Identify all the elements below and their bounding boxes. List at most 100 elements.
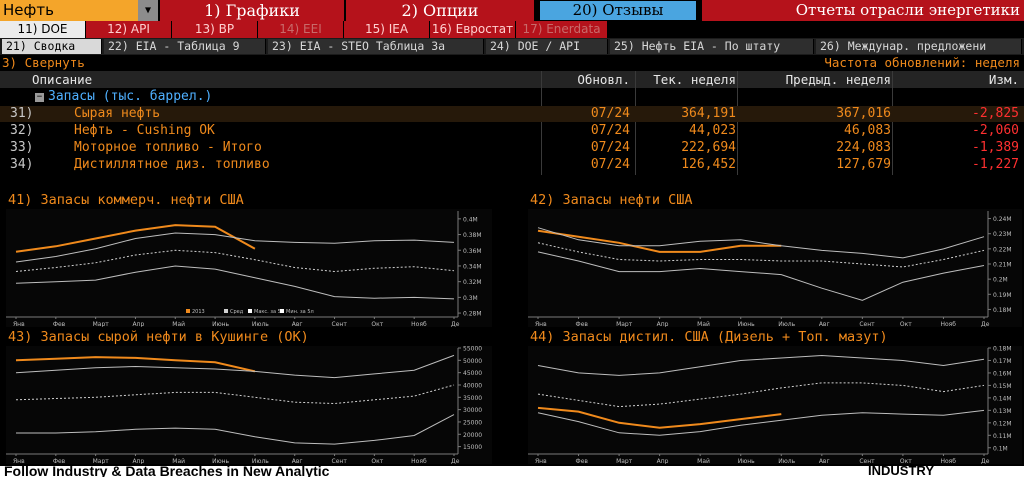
y-tick-label: 0.15M (993, 383, 1012, 390)
tab-doe-api[interactable]: 24) DOE / API (486, 39, 608, 54)
header-updated[interactable]: Обновл. (577, 71, 630, 88)
y-tick-label: 30000 (463, 407, 482, 414)
legend-label: 2013 (192, 309, 205, 315)
x-tick-label: Янв (535, 321, 547, 327)
row-name[interactable]: Нефть - Cushing OK (74, 123, 215, 139)
y-tick-label: 0.12M (993, 420, 1012, 427)
legend-swatch (224, 309, 228, 313)
x-tick-label: Апр (132, 321, 144, 327)
row-current: 44,023 (689, 123, 736, 138)
row-index: 34) (10, 157, 34, 172)
ticker-dropdown-button[interactable]: ▼ (138, 0, 158, 21)
row-previous: 46,083 (844, 123, 891, 138)
y-tick-label: 45000 (463, 370, 482, 377)
x-tick-label: Нояб (411, 321, 427, 327)
menu-options[interactable]: 2) Опции (346, 0, 534, 21)
tab-api[interactable]: 12) API (86, 21, 172, 38)
x-tick-label: Нояб (411, 458, 427, 464)
row-name[interactable]: Дистиллятное диз. топливо (74, 157, 270, 173)
chart-us-distillates[interactable]: 0.1M 0.11M 0.12M 0.13M 0.14M 0.15M 0.16M 0.17M 0… (528, 346, 1022, 464)
ticker-input[interactable]: Нефть (0, 0, 138, 21)
y-tick-label: 15000 (463, 444, 482, 451)
y-tick-label: 25000 (463, 419, 482, 426)
row-date: 07/24 (590, 123, 630, 138)
table-row[interactable]: 33) Моторное топливо - Итого 07/24 222,6… (0, 140, 1024, 156)
x-tick-label: Март (93, 458, 110, 464)
chart-title-1[interactable]: 41) Запасы коммерч. нефти США (8, 192, 244, 208)
chart-title-text: 41) Запасы коммерч. нефти США (8, 192, 244, 208)
table-row[interactable]: 32) Нефть - Cushing OK 07/24 44,023 46,0… (0, 123, 1024, 139)
row-current: 364,191 (681, 106, 736, 121)
y-tick-label: 0.19M (993, 292, 1012, 299)
collapse-minus-icon[interactable]: − (35, 93, 44, 102)
legend-swatch (186, 309, 190, 313)
tab-iea[interactable]: 15) IEA (344, 21, 430, 38)
x-tick-label: Март (616, 321, 633, 327)
tab-eia-table9[interactable]: 22) EIA - Таблица 9 (104, 39, 266, 54)
x-tick-label: Нояб (940, 458, 956, 464)
x-tick-label: Сент (332, 458, 348, 464)
row-previous: 127,679 (836, 157, 891, 172)
y-tick-label: 0.22M (993, 246, 1012, 253)
header-current-week[interactable]: Тек. неделя (653, 71, 736, 88)
header-previous-week[interactable]: Предыд. неделя (786, 71, 891, 88)
tab-intl-supply[interactable]: 26) Междунар. предложени (816, 39, 1022, 54)
row-change: -1,227 (972, 157, 1019, 172)
x-tick-label: Март (93, 321, 110, 327)
secondary-tabs: 21) Сводка 22) EIA - Таблица 9 23) EIA -… (0, 38, 1024, 55)
chart-title-3[interactable]: 43) Запасы сырой нефти в Кушинге (OK) (8, 329, 309, 345)
tab-doe[interactable]: 11) DOE (0, 21, 86, 38)
chart-us-commercial-crude[interactable]: 0.28M 0.3M 0.32M 0.34M 0.36M 0.38M 0.4M Янв Фев М… (6, 209, 492, 327)
tab-eia-by-state[interactable]: 25) Нефть EIA - По штату (610, 39, 814, 54)
chart-cushing-crude[interactable]: 15000 20000 25000 30000 35000 40000 45000 50000… (6, 346, 492, 464)
tab-bp[interactable]: 13) BP (172, 21, 258, 38)
x-tick-label: Окт (900, 458, 912, 464)
x-tick-label: Май (697, 321, 710, 327)
row-index: 31) (10, 106, 34, 121)
x-tick-label: Фев (576, 458, 589, 464)
tab-enerdata[interactable]: 17) Enerdata (516, 21, 608, 38)
x-tick-label: Июнь (212, 321, 229, 327)
collapse-row: 3) Свернуть Частота обновлений: неделя (0, 55, 1024, 70)
chart-title-2[interactable]: 42) Запасы нефти США (530, 192, 693, 208)
promo-banner[interactable]: Follow Industry & Data Breaches in New A… (0, 466, 1024, 477)
app-title: Отчеты отрасли энергетики (702, 0, 1024, 21)
tab-eia-steo[interactable]: 23) EIA - STEO Таблица 3а (268, 39, 484, 54)
row-change: -2,060 (972, 123, 1019, 138)
header-description[interactable]: Описание (32, 71, 92, 88)
table-header: Описание Обновл. Тек. неделя Предыд. нед… (0, 71, 1024, 88)
tab-eei[interactable]: 14) EEI (258, 21, 344, 38)
header-change[interactable]: Изм. (989, 71, 1019, 88)
update-frequency[interactable]: Частота обновлений: неделя (824, 55, 1020, 70)
x-tick-label: Апр (132, 458, 144, 464)
chart-title-4[interactable]: 44) Запасы дистил. США (Дизель + Топ. ма… (530, 329, 888, 345)
x-tick-label: Июль (252, 458, 269, 464)
y-tick-label: 0.18M (993, 307, 1012, 314)
group-label: Запасы (тыс. баррел.) (48, 89, 213, 104)
x-tick-label: Окт (900, 321, 912, 327)
table-row[interactable]: 31) Сырая нефть 07/24 364,191 367,016 -2… (0, 106, 1024, 122)
legend-swatch (248, 309, 252, 313)
chart-title-text: 42) Запасы нефти США (530, 192, 693, 208)
menu-feedback[interactable]: 20) Отзывы (540, 1, 696, 20)
chart-background (528, 346, 1022, 464)
x-tick-label: Июнь (738, 321, 755, 327)
row-name[interactable]: Сырая нефть (74, 106, 160, 122)
collapse-button[interactable]: 3) Свернуть (2, 55, 85, 70)
x-tick-label: Май (172, 321, 185, 327)
y-tick-label: 0.14M (993, 395, 1012, 402)
x-tick-label: Янв (535, 458, 547, 464)
chart-us-crude[interactable]: 0.18M 0.19M 0.2M 0.21M 0.22M 0.23M 0.24M Янв Фев… (528, 209, 1022, 327)
legend-label: Сред (230, 309, 244, 315)
row-current: 222,694 (681, 140, 736, 155)
table-row[interactable]: 34) Дистиллятное диз. топливо 07/24 126,… (0, 157, 1024, 173)
row-previous: 367,016 (836, 106, 891, 121)
row-name[interactable]: Моторное топливо - Итого (74, 140, 262, 156)
x-tick-label: Авг (819, 458, 830, 464)
group-row[interactable]: − Запасы (тыс. баррел.) (0, 89, 1024, 105)
tab-eurostat[interactable]: 16) Евростат (430, 21, 516, 38)
tab-summary[interactable]: 21) Сводка (2, 39, 102, 54)
menu-charts[interactable]: 1) Графики (160, 0, 344, 21)
legend-swatch (280, 309, 284, 313)
row-date: 07/24 (590, 157, 630, 172)
